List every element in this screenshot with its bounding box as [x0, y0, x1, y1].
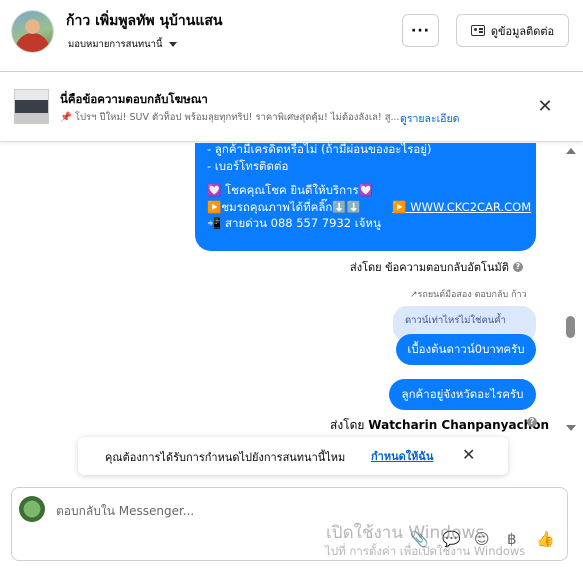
- sent-by-line: ส่งโดย Watcharin Chanpanyachon: [330, 416, 549, 435]
- ad-reply-banner: นี่คือข้อความตอบกลับโฆษณา 📌 โปรฯ ปีใหม่!…: [0, 73, 583, 142]
- auto-reply-line: 📲 สายด่วน 088 557 7932 เจ้หนู: [207, 216, 381, 230]
- scroll-up-arrow-icon[interactable]: [566, 148, 576, 154]
- scrollbar-thumb[interactable]: [566, 316, 575, 338]
- assignment-prompt-toast: คุณต้องการได้รับการกำหนดไปยังการสนทนานี้…: [78, 437, 508, 475]
- page-avatar: [19, 496, 45, 522]
- message-thread[interactable]: - ลูกค้ามีเครดิตหรือไม่ (ถ้ามีผ่อนของอะไ…: [0, 143, 583, 438]
- close-icon[interactable]: ✕: [462, 445, 475, 464]
- reply-meta: ↗รถยนต์มือสอง ตอบกลับ ก้าว: [410, 290, 527, 300]
- conversation-header: ก้าว เพิ่มพูลทัพ นุบ้านแสน มอบหมายการสนท…: [0, 0, 583, 72]
- contact-avatar[interactable]: [11, 10, 54, 53]
- close-icon[interactable]: ✕: [535, 96, 555, 117]
- ad-thumbnail: [14, 89, 49, 124]
- view-contact-label: ดูข้อมูลติดต่อ: [490, 24, 555, 38]
- auto-sent-by-label: ส่งโดย ข้อความตอบกลับอัตโนมัติ: [350, 261, 509, 274]
- assign-conversation-dropdown[interactable]: มอบหมายการสนทนานี้: [68, 37, 177, 52]
- sent-by-name: Watcharin Chanpanyachon: [368, 418, 550, 432]
- website-link[interactable]: ▶️ WWW.CKC2CAR.COM: [392, 200, 531, 214]
- auto-reply-line: - เบอร์โทรติดต่อ: [207, 158, 289, 173]
- info-icon[interactable]: ?: [527, 417, 537, 427]
- ad-details-link[interactable]: ดูรายละเอียด: [400, 110, 459, 127]
- sent-message-bubble[interactable]: เบื้องต้นดาวน์0บาทครับ: [396, 334, 536, 365]
- auto-reply-line: ▶️ชมรถคุณภาพได้ที่คลิ๊ก⬇️⬇️: [207, 199, 361, 214]
- ad-snippet: 📌 โปรฯ ปีใหม่! SUV ตัวท็อป พร้อมลุยทุกทร…: [60, 110, 400, 125]
- sent-message-bubble[interactable]: ลูกค้าอยู่จังหวัดอะไรครับ: [389, 379, 536, 410]
- auto-reply-line: - ลูกค้ามีเครดิตหรือไม่ (ถ้ามีผ่อนของอะไ…: [207, 143, 432, 156]
- auto-reply-sent-by: ส่งโดย ข้อความตอบกลับอัตโนมัติ ?: [350, 258, 523, 276]
- assign-label: มอบหมายการสนทนานี้: [68, 39, 163, 50]
- auto-reply-line: 💟 โชคคุณโชค ยินดีให้บริการ💟: [207, 183, 373, 197]
- pin-icon: 📌: [60, 112, 72, 123]
- thumbs-up-icon[interactable]: 👍: [536, 530, 555, 548]
- auto-reply-bubble: - ลูกค้ามีเครดิตหรือไม่ (ถ้ามีผ่อนของอะไ…: [195, 143, 536, 251]
- info-icon[interactable]: ?: [512, 262, 523, 272]
- chevron-down-icon: [168, 42, 177, 47]
- contact-card-icon: [470, 25, 485, 36]
- contact-name[interactable]: ก้าว เพิ่มพูลทัพ นุบ้านแสน: [66, 10, 222, 32]
- toast-text: คุณต้องการได้รับการกำหนดไปยังการสนทนานี้…: [105, 451, 346, 464]
- view-contact-button[interactable]: ดูข้อมูลติดต่อ: [456, 14, 569, 47]
- ad-banner-title: นี่คือข้อความตอบกลับโฆษณา: [60, 92, 208, 106]
- sent-by-prefix: ส่งโดย: [330, 418, 365, 432]
- reply-input[interactable]: ตอบกลับใน Messenger...: [56, 502, 194, 521]
- windows-watermark: เปิดใช้งาน Windows: [326, 523, 485, 543]
- windows-watermark-sub: ไปที่ การตั้งค่า เพื่อเปิดใช้งาน Windows: [325, 544, 526, 558]
- scroll-down-arrow-icon[interactable]: [566, 425, 576, 431]
- ad-snippet-text: โปรฯ ปีใหม่! SUV ตัวท็อป พร้อมลุยทุกทริป…: [74, 112, 400, 123]
- more-options-button[interactable]: ···: [402, 14, 439, 47]
- assign-to-me-link[interactable]: กำหนดให้ฉัน: [371, 447, 433, 465]
